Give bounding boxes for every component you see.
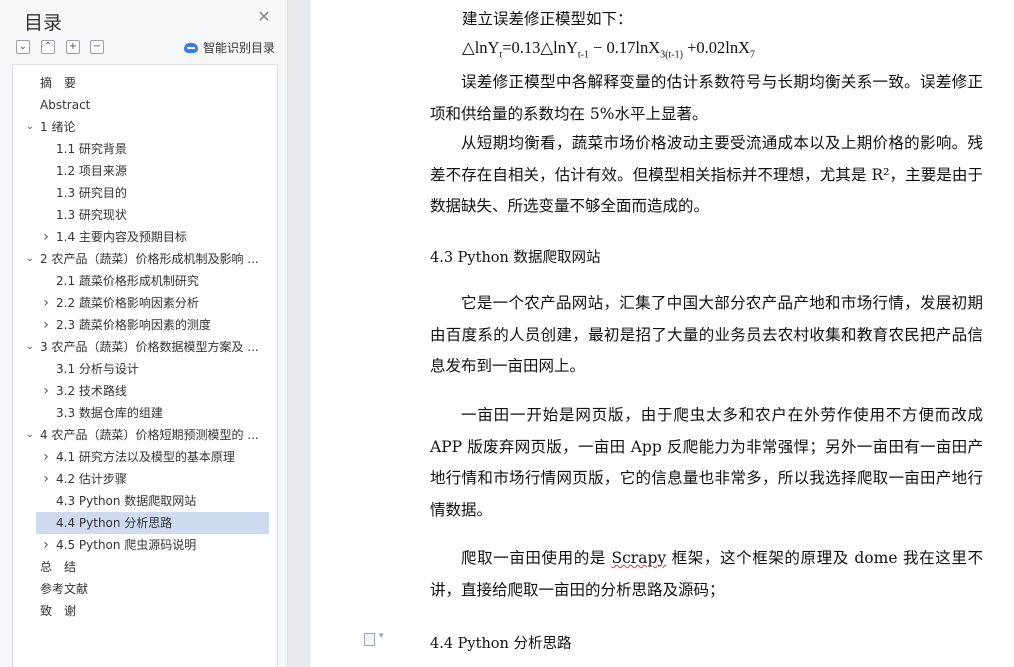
outline-item[interactable]: 3.1 分析与设计 xyxy=(13,358,277,380)
remove-heading-button[interactable]: − xyxy=(90,40,104,54)
outline-panel: 目录 ✕ ⌄ ⌃ + − 智能识别目录 摘 要 Abstract ⌄ 1 绪论 1.1 … xyxy=(0,0,288,667)
intro-line: 建立误差修正模型如下： xyxy=(462,10,633,28)
outline-item[interactable]: 摘 要 xyxy=(13,72,277,94)
close-icon[interactable]: ✕ xyxy=(257,9,271,25)
smart-recognize-label: 智能识别目录 xyxy=(203,41,276,55)
outline-item-label: 3.3 数据仓库的组建 xyxy=(56,406,163,420)
paragraph: 它是一个农产品网站，汇集了中国大部分农产品产地和市场行情，发展初期由百度系的人员… xyxy=(430,294,983,375)
outline-item-label: 1.2 项目来源 xyxy=(56,164,127,178)
outline-item-label: 2.1 蔬菜价格形成机制研究 xyxy=(56,274,199,288)
chevron-right-icon[interactable]: › xyxy=(40,314,52,336)
outline-item-label: 1.3 研究目的 xyxy=(56,186,127,200)
outline-item-label: 4.1 研究方法以及模型的基本原理 xyxy=(56,450,235,464)
document-icon[interactable] xyxy=(364,631,384,646)
smart-recognize-button[interactable]: 智能识别目录 xyxy=(184,39,275,56)
outline-item-label: 2 农产品（蔬菜）价格形成机制及影响 ... xyxy=(40,252,259,266)
outline-item[interactable]: 1.3 研究目的 xyxy=(13,182,277,204)
paragraph: 一亩田一开始是网页版，由于爬虫太多和农户在外劳作使用不方便而改成 APP 版废弃… xyxy=(430,406,983,519)
outline-item-label: 1.4 主要内容及预期目标 xyxy=(56,230,187,244)
outline-item[interactable]: ⌄ 1 绪论 xyxy=(13,116,277,138)
outline-item[interactable]: Abstract xyxy=(13,94,277,116)
outline-item-label: 1 绪论 xyxy=(40,120,76,134)
spellcheck-word[interactable]: Scrapy xyxy=(612,549,667,567)
outline-item[interactable]: › 4.1 研究方法以及模型的基本原理 xyxy=(13,446,277,468)
formula-part: +0.02lnX xyxy=(682,38,750,57)
chevron-right-icon[interactable]: › xyxy=(40,292,52,314)
chevron-down-icon[interactable]: ⌄ xyxy=(24,248,36,270)
paragraph: 爬取一亩田使用的是 Scrapy 框架，这个框架的原理及 dome 我在这里不讲… xyxy=(430,543,983,606)
chevron-right-icon[interactable]: › xyxy=(40,534,52,556)
chevron-right-icon[interactable]: › xyxy=(40,468,52,490)
chevron-right-icon[interactable]: › xyxy=(40,226,52,248)
outline-item[interactable]: 4.3 Python 数据爬取网站 xyxy=(13,490,277,512)
outline-item[interactable]: 4.4 Python 分析思路 xyxy=(13,512,277,534)
formula-part: △lnY xyxy=(462,38,500,57)
outline-item-label: 3 农产品（蔬菜）价格数据模型方案及 ... xyxy=(40,340,259,354)
section-heading-4-3: 4.3 Python 数据爬取网站 xyxy=(430,250,601,266)
outline-item-label: 2.3 蔬菜价格影响因素的测度 xyxy=(56,318,211,332)
outline-item-label: 参考文献 xyxy=(40,582,89,596)
chevron-down-icon[interactable]: ⌄ xyxy=(24,336,36,358)
expand-all-button[interactable]: ⌄ xyxy=(16,40,30,54)
formula-part: − 0.17lnX xyxy=(588,38,661,57)
outline-item[interactable]: ⌄ 4 农产品（蔬菜）价格短期预测模型的 ... xyxy=(13,424,277,446)
outline-item-label: 致 谢 xyxy=(40,604,77,618)
formula-sub: 7 xyxy=(750,49,755,61)
section-heading-4-4: 4.4 Python 分析思路 xyxy=(430,636,572,652)
outline-item-label: 3.1 分析与设计 xyxy=(56,362,139,376)
outline-item[interactable]: › 4.5 Python 爬虫源码说明 xyxy=(13,534,277,556)
outline-item[interactable]: 1.2 项目来源 xyxy=(13,160,277,182)
outline-item[interactable]: 3.3 数据仓库的组建 xyxy=(13,402,277,424)
chevron-down-icon[interactable]: ⌄ xyxy=(24,116,36,138)
outline-item-label: 4 农产品（蔬菜）价格短期预测模型的 ... xyxy=(40,428,259,442)
outline-item[interactable]: 1.3 研究现状 xyxy=(13,204,277,226)
formula-sub: 3(t-1) xyxy=(660,49,683,61)
formula-part: =0.13△lnY xyxy=(502,38,578,57)
outline-item-label: Abstract xyxy=(40,98,91,112)
outline-item[interactable]: 致 谢 xyxy=(13,600,277,622)
collapse-all-button[interactable]: ⌃ xyxy=(41,40,55,54)
outline-item[interactable]: 参考文献 xyxy=(13,578,277,600)
outline-item-label: 4.4 Python 分析思路 xyxy=(56,516,173,530)
formula: △lnYt=0.13△lnYt-1 − 0.17lnX3(t-1) +0.02l… xyxy=(462,38,755,60)
paragraph: 误差修正模型中各解释变量的估计系数符号与长期均衡关系一致。误差修正项和供给量的系… xyxy=(430,73,983,123)
outline-item[interactable]: 1.1 研究背景 xyxy=(13,138,277,160)
formula-sub: t-1 xyxy=(577,49,589,61)
outline-item[interactable]: ⌄ 2 农产品（蔬菜）价格形成机制及影响 ... xyxy=(13,248,277,270)
outline-item[interactable]: › 3.2 技术路线 xyxy=(13,380,277,402)
outline-item-label: 4.3 Python 数据爬取网站 xyxy=(56,494,197,508)
chevron-right-icon[interactable]: › xyxy=(40,446,52,468)
outline-item-label: 1.3 研究现状 xyxy=(56,208,127,222)
outline-item[interactable]: › 1.4 主要内容及预期目标 xyxy=(13,226,277,248)
outline-item[interactable]: › 2.2 蔬菜价格影响因素分析 xyxy=(13,292,277,314)
outline-item-label: 总 结 xyxy=(40,560,77,574)
chevron-down-icon[interactable]: ⌄ xyxy=(24,424,36,446)
outline-item[interactable]: › 2.3 蔬菜价格影响因素的测度 xyxy=(13,314,277,336)
paragraph: 从短期均衡看，蔬菜市场价格波动主要受流通成本以及上期价格的影响。残差不存在自相关… xyxy=(430,134,983,215)
outline-item[interactable]: › 4.2 估计步骤 xyxy=(13,468,277,490)
text-run: 爬取一亩田使用的是 xyxy=(461,549,612,567)
outline-item-label: 摘 要 xyxy=(40,76,77,90)
outline-item[interactable]: 2.1 蔬菜价格形成机制研究 xyxy=(13,270,277,292)
outline-item[interactable]: 总 结 xyxy=(13,556,277,578)
outline-item-label: 3.2 技术路线 xyxy=(56,384,127,398)
outline-item-label: 4.2 估计步骤 xyxy=(56,472,127,486)
outline-tree: 摘 要 Abstract ⌄ 1 绪论 1.1 研究背景 1.2 项目来源 1.3 研究目的… xyxy=(12,64,278,667)
add-heading-button[interactable]: + xyxy=(66,40,80,54)
panel-title: 目录 xyxy=(24,12,63,34)
outline-item-label: 1.1 研究背景 xyxy=(56,142,127,156)
outline-item-label: 2.2 蔬菜价格影响因素分析 xyxy=(56,296,199,310)
cloud-icon xyxy=(184,42,198,53)
outline-item[interactable]: ⌄ 3 农产品（蔬菜）价格数据模型方案及 ... xyxy=(13,336,277,358)
outline-item-label: 4.5 Python 爬虫源码说明 xyxy=(56,538,197,552)
chevron-right-icon[interactable]: › xyxy=(40,380,52,402)
